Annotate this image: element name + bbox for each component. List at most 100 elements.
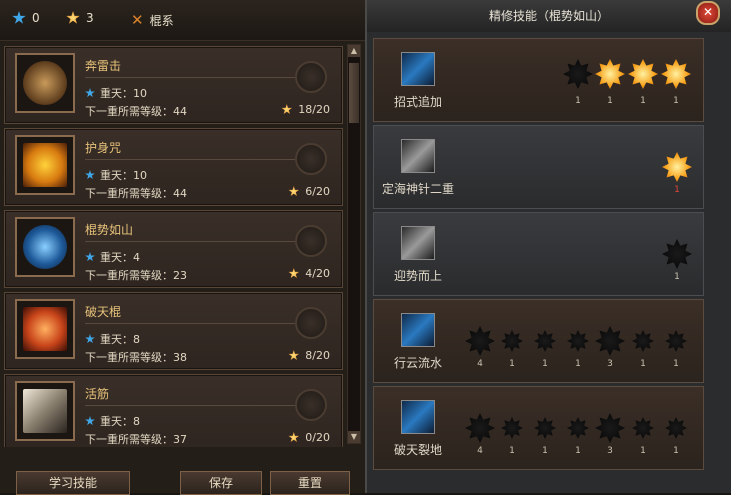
learn-skill-button[interactable]: 学习技能: [16, 471, 130, 495]
skill-list-panel: 0 3 ✕ 棍系 奔雷击 重天：10 下一重所需等级：44 18/20 护身咒 …: [0, 0, 365, 495]
dark-star-icon[interactable]: [595, 413, 625, 443]
refine-skill-icon: [401, 139, 435, 173]
skill-level: 重天：8: [85, 413, 140, 429]
gold-star-icon[interactable]: [661, 59, 691, 89]
skill-progress: 0/20: [288, 431, 330, 444]
blue-star-icon: [85, 252, 95, 262]
dark-star-icon[interactable]: [632, 417, 654, 439]
dark-star-icon[interactable]: [595, 326, 625, 356]
refine-skill-icon: [401, 226, 435, 260]
star-shape: [665, 417, 687, 439]
dark-star-icon[interactable]: [534, 330, 556, 352]
star-count: 1: [542, 359, 548, 369]
skill-level: 重天：10: [85, 85, 147, 101]
refine-label: 招式追加: [393, 95, 442, 109]
skill-icon: [15, 381, 75, 441]
save-button[interactable]: 保存: [180, 471, 262, 495]
upgrade-knob[interactable]: [295, 143, 327, 175]
skill-card[interactable]: 活筋 重天：8 下一重所需等级：37 0/20: [4, 374, 343, 447]
divider: [85, 405, 295, 406]
refine-skill-icon: [401, 313, 435, 347]
dark-star-icon[interactable]: [632, 330, 654, 352]
skill-icon: [15, 53, 75, 113]
dark-star-icon[interactable]: [665, 330, 687, 352]
star-count: 1: [575, 446, 581, 456]
skill-card[interactable]: 奔雷击 重天：10 下一重所需等级：44 18/20: [4, 46, 343, 124]
skill-progress: 6/20: [288, 185, 330, 198]
staff-strike-icon: [23, 61, 67, 105]
dark-star-icon[interactable]: [465, 413, 495, 443]
refine-row[interactable]: 定海神针二重: [373, 125, 704, 209]
refine-label: 行云流水: [393, 356, 442, 370]
scroll-thumb[interactable]: [349, 63, 359, 123]
reset-button[interactable]: 重置: [270, 471, 350, 495]
skill-level: 重天：10: [85, 167, 147, 183]
next-requirement: 下一重所需等级：37: [85, 433, 187, 446]
close-button[interactable]: ✕: [696, 1, 720, 25]
skill-card[interactable]: 破天棍 重天：8 下一重所需等级：38 8/20: [4, 292, 343, 370]
refine-row[interactable]: 迎势而上: [373, 212, 704, 296]
dark-star-icon[interactable]: [563, 59, 593, 89]
gold-star-icon[interactable]: [628, 59, 658, 89]
skill-icon: [15, 299, 75, 359]
dark-star-icon[interactable]: [567, 417, 589, 439]
star-count: 1: [509, 446, 515, 456]
dark-star-icon[interactable]: [501, 417, 523, 439]
skill-name: 奔雷击: [85, 59, 122, 73]
upgrade-knob[interactable]: [295, 225, 327, 257]
star-shape: [501, 417, 523, 439]
skill-card[interactable]: 护身咒 重天：10 下一重所需等级：44 6/20: [4, 128, 343, 206]
skill-name: 护身咒: [85, 141, 122, 155]
level-text: 重天：10: [100, 169, 147, 182]
star-count: 1: [673, 359, 679, 369]
dark-star-icon[interactable]: [567, 330, 589, 352]
skill-list-scrollbar[interactable]: ▲ ▼: [347, 44, 361, 444]
dark-star-icon[interactable]: [501, 330, 523, 352]
orange-star-icon: [288, 186, 300, 197]
star-shape: [661, 59, 691, 89]
next-requirement: 下一重所需等级：23: [85, 269, 187, 282]
blue-star-icon: [85, 170, 95, 180]
upgrade-knob[interactable]: [295, 307, 327, 339]
star-count: 3: [607, 446, 613, 456]
refine-label: 破天裂地: [393, 443, 442, 457]
upgrade-knob[interactable]: [295, 389, 327, 421]
scroll-down-icon[interactable]: ▼: [348, 431, 360, 443]
progress-text: 6/20: [305, 185, 330, 198]
star-count: 1: [673, 446, 679, 456]
progress-text: 8/20: [305, 349, 330, 362]
star-count: 1: [575, 359, 581, 369]
sky-breaker-icon: [23, 307, 67, 351]
tendon-icon: [23, 389, 67, 433]
blue-point-counter: 0: [12, 11, 40, 25]
star-shape: [563, 59, 593, 89]
blue-star-icon: [85, 334, 95, 344]
skill-icon: [15, 135, 75, 195]
star-shape: [465, 326, 495, 356]
skill-name: 棍势如山: [85, 223, 134, 237]
skill-name: 破天棍: [85, 305, 122, 319]
skill-card[interactable]: 棍势如山 重天：4 下一重所需等级：23 4/20: [4, 210, 343, 288]
dark-star-icon[interactable]: [662, 239, 692, 269]
star-shape: [662, 239, 692, 269]
star-count: 1: [575, 96, 581, 106]
next-requirement: 下一重所需等级：44: [85, 105, 187, 118]
mountain-staff-icon: [23, 225, 67, 269]
gold-star-icon[interactable]: [662, 152, 692, 182]
star-shape: [595, 413, 625, 443]
star-shape: [595, 59, 625, 89]
progress-text: 0/20: [305, 431, 330, 444]
upgrade-knob[interactable]: [295, 61, 327, 93]
star-count: 1: [542, 446, 548, 456]
skill-progress: 8/20: [288, 349, 330, 362]
scroll-up-icon[interactable]: ▲: [348, 45, 360, 57]
refine-skill-icon: [401, 52, 435, 86]
level-text: 重天：10: [100, 87, 147, 100]
gold-star-icon[interactable]: [595, 59, 625, 89]
star-shape: [567, 330, 589, 352]
dark-star-icon[interactable]: [665, 417, 687, 439]
dark-star-icon[interactable]: [465, 326, 495, 356]
orange-star-icon: [288, 268, 300, 279]
refine-label: 定海神针二重: [381, 182, 454, 196]
dark-star-icon[interactable]: [534, 417, 556, 439]
